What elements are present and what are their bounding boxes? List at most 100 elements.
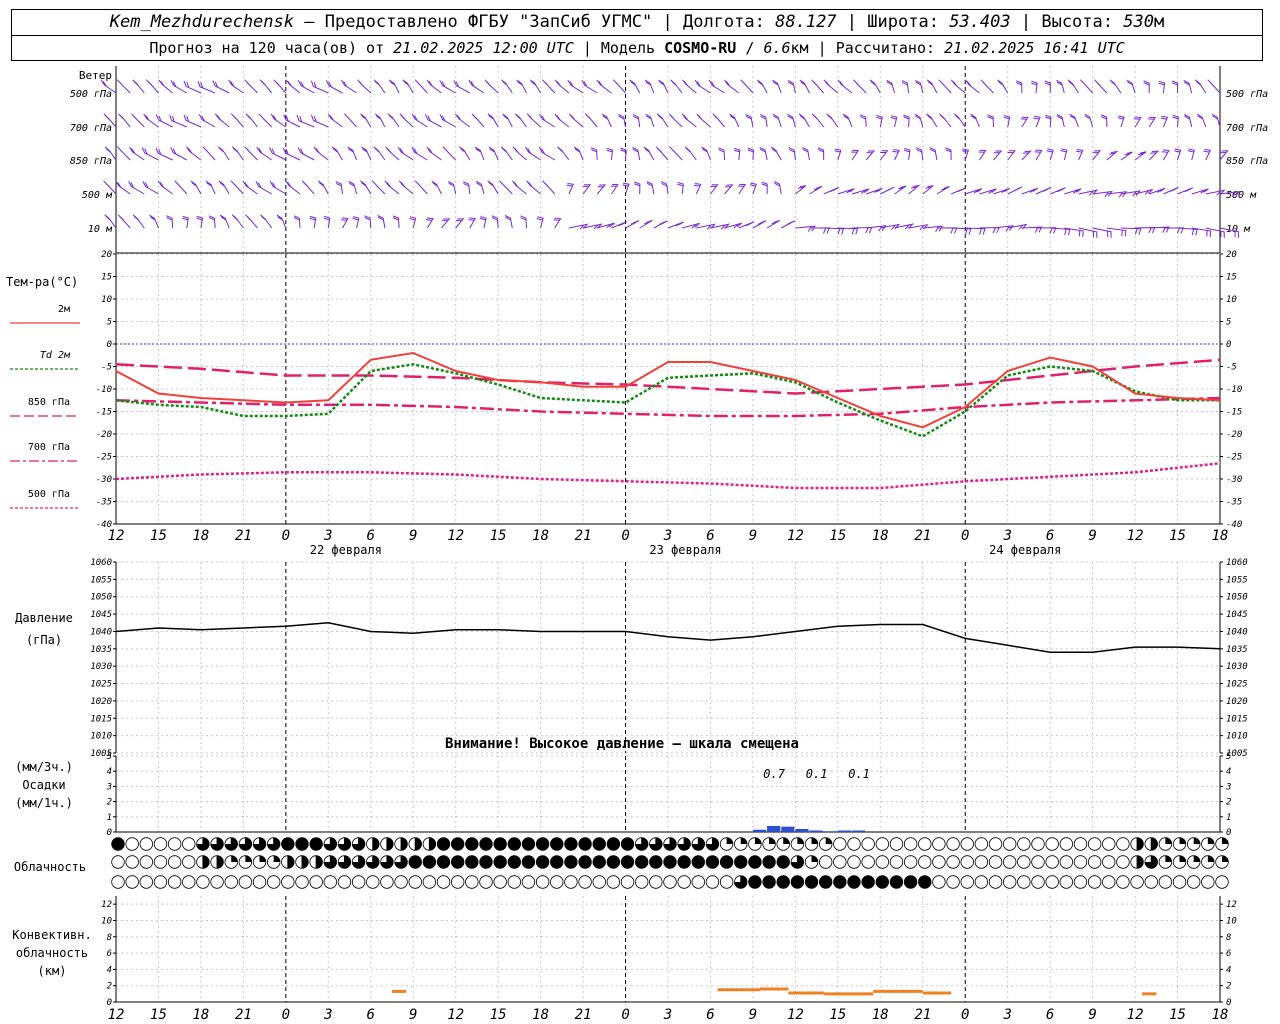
wind-barb (979, 226, 1000, 234)
wind-barb (869, 79, 881, 94)
cloud-symbol (818, 875, 833, 889)
pressure-tick-left: 1020 (90, 697, 112, 707)
cloud-symbol (634, 837, 649, 851)
cloud-fill (621, 855, 634, 869)
cloud-symbol (663, 837, 677, 851)
cloud-circle (196, 875, 210, 889)
cloud-circle (1031, 855, 1045, 869)
cloud-fill (825, 837, 832, 844)
cloud-circle (521, 875, 536, 889)
cloud-symbol (139, 837, 154, 851)
cloud-symbol (238, 855, 253, 869)
cloud-fill (847, 875, 861, 889)
cloud-fill (493, 837, 507, 851)
wind-barb (1148, 150, 1160, 161)
wind-barb (313, 146, 329, 161)
wind-barb (208, 215, 216, 229)
wind-barb (656, 113, 669, 128)
cloud-circle (450, 875, 465, 889)
cloud-symbol (252, 855, 267, 869)
wind-barb (186, 146, 202, 161)
wind-barb (325, 80, 343, 94)
temp-time-tick: 9 (749, 528, 757, 544)
convective-time-tick: 21 (914, 1007, 931, 1023)
cloud-circle (210, 875, 224, 889)
convective-time-tick: 0 (282, 1007, 290, 1023)
precip-tick-left: 2 (107, 798, 112, 808)
cloud-symbol (266, 875, 281, 889)
cloud-circle (946, 855, 960, 869)
cloud-symbol (422, 855, 437, 869)
cloud-circle (592, 875, 606, 889)
wind-barb (374, 113, 386, 128)
wind-barb (131, 113, 145, 128)
temp-tick-left: 15 (101, 273, 112, 283)
cloud-symbol (734, 855, 748, 869)
cloud-symbol (125, 837, 139, 851)
temp-tick-left: 10 (101, 295, 112, 305)
cloud-symbol (521, 855, 536, 869)
cloud-symbol (988, 837, 1003, 851)
cloud-fill (663, 855, 677, 869)
cloud-circle (1002, 837, 1017, 851)
cloud-fill (1137, 855, 1144, 869)
cloud-symbol (889, 837, 904, 851)
wind-barb (230, 113, 244, 128)
wind-barb (387, 113, 400, 128)
wind-barb (474, 146, 485, 161)
cloud-circle (1102, 875, 1116, 889)
cloud-symbol (521, 875, 536, 889)
temp-tick-right: 5 (1226, 318, 1231, 328)
wind-level-label-left: 500 гПа (70, 89, 112, 100)
wind-barb (343, 113, 357, 128)
wind-barb (331, 146, 343, 161)
temp-legend-label: 500 гПа (28, 489, 70, 500)
cloud-symbol (818, 837, 833, 851)
wind-barb (811, 79, 825, 94)
wind-barb (880, 186, 895, 195)
cloud-symbol (337, 837, 352, 851)
convective-title: облачность (16, 946, 88, 960)
wind-barb (865, 150, 876, 161)
wind-barb (787, 79, 796, 94)
wind-barb (1050, 187, 1066, 195)
cloud-fill (415, 837, 422, 851)
wind-barb (557, 146, 570, 161)
wind-barb (526, 180, 541, 195)
cloud-circle (903, 855, 918, 869)
wind-barb (1003, 115, 1011, 128)
wind-barb (629, 79, 641, 94)
cloud-circle (153, 875, 168, 889)
cloud-symbol (677, 875, 691, 889)
convective-time-tick: 9 (1088, 1007, 1096, 1023)
convective-time-tick: 9 (409, 1007, 417, 1023)
cloud-circle (1158, 875, 1173, 889)
cloud-circle (847, 855, 861, 869)
cloud-symbol (1087, 837, 1102, 851)
cloud-symbol (592, 875, 606, 889)
wind-barb (285, 79, 301, 94)
wind-barb (939, 113, 952, 128)
temp-tick-left: 5 (107, 318, 112, 328)
wind-barb (269, 147, 287, 161)
cloud-symbol (1215, 855, 1229, 869)
cloud-symbol (606, 837, 621, 851)
cloud-symbol (550, 875, 564, 889)
cloud-fill (769, 837, 776, 844)
convective-time-tick: 3 (1002, 1007, 1011, 1023)
cloud-symbol (974, 855, 989, 869)
wind-barb (1084, 113, 1094, 128)
cloud-fill (1165, 855, 1172, 862)
cloud-circle (266, 875, 281, 889)
cloud-circle (125, 875, 139, 889)
cloud-fill (1222, 837, 1229, 844)
cloud-symbol (196, 855, 210, 869)
cloud-symbol (776, 855, 790, 869)
wind-level-label-right: 500 м (1226, 190, 1257, 201)
convective-tick-right: 2 (1226, 982, 1231, 992)
wind-barb (145, 79, 159, 94)
cloud-symbol (479, 855, 493, 869)
cloud-symbol (1201, 837, 1215, 851)
cloud-symbol (818, 855, 833, 869)
cloud-circle (167, 875, 182, 889)
